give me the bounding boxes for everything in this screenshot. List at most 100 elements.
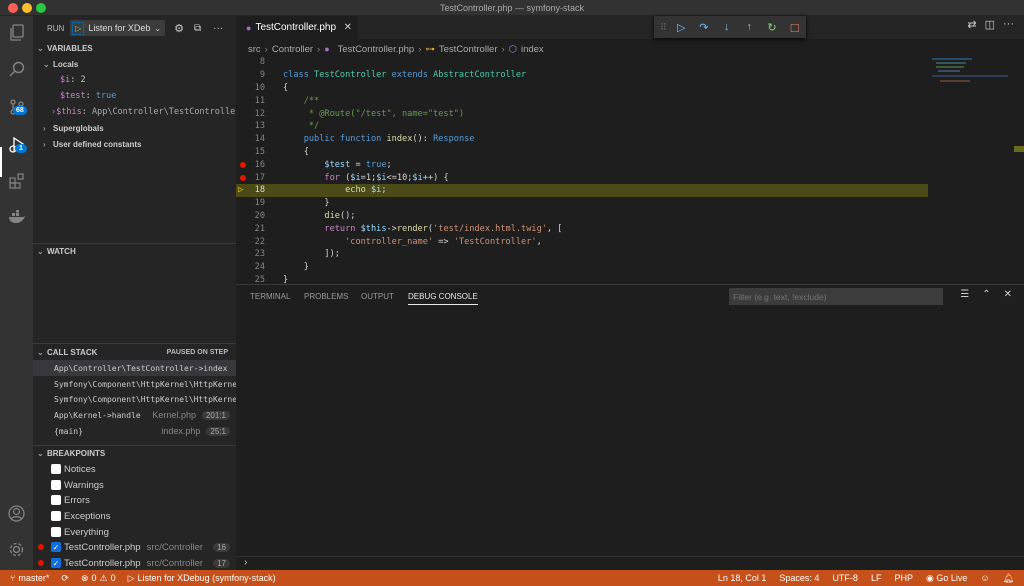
- exception-breakpoint-errors[interactable]: Errors: [33, 492, 236, 508]
- checkbox[interactable]: [51, 464, 61, 474]
- encoding[interactable]: UTF-8: [832, 573, 858, 583]
- code-line[interactable]: 24 }: [236, 261, 928, 274]
- restart-button[interactable]: ↻: [761, 17, 784, 37]
- stack-frame[interactable]: Symfony\Component\HttpKernel\HttpKernel: [33, 376, 236, 392]
- stack-frame[interactable]: Symfony\Component\HttpKernel\HttpKernel: [33, 391, 236, 407]
- drag-handle-icon[interactable]: ⠿: [660, 22, 670, 33]
- debug-status[interactable]: ▷ Listen for XDebug (symfony-stack): [128, 573, 276, 584]
- locals-scope[interactable]: ⌄ Locals: [33, 56, 236, 72]
- language-mode[interactable]: PHP: [894, 573, 913, 583]
- breadcrumb-item[interactable]: TestController.php: [338, 44, 415, 55]
- code-line[interactable]: 14 public function index (): Response: [236, 133, 928, 146]
- checkbox[interactable]: [51, 511, 61, 521]
- checkbox[interactable]: [51, 480, 61, 490]
- notifications-icon[interactable]: 🔔︎: [1003, 573, 1014, 584]
- checkbox[interactable]: ✓: [51, 558, 61, 568]
- stack-frame[interactable]: {main} index.php 25:1: [33, 423, 236, 439]
- code-line[interactable]: 16 $test = true;: [236, 158, 928, 171]
- code-line[interactable]: 10 {: [236, 82, 928, 95]
- branch-status[interactable]: ⑂ master*: [10, 573, 49, 583]
- debug-console-input[interactable]: ›: [236, 556, 1024, 571]
- exception-breakpoint-warnings[interactable]: Warnings: [33, 477, 236, 493]
- code-line[interactable]: 20 die ();: [236, 210, 928, 223]
- gear-icon[interactable]: [6, 539, 27, 560]
- debug-icon[interactable]: 1: [6, 134, 27, 155]
- variable-this[interactable]: › $this: App\Controller\TestController: [33, 104, 240, 120]
- extensions-icon[interactable]: [6, 170, 27, 191]
- stack-frame[interactable]: App\Kernel->handle Kernel.php 201:1: [33, 407, 236, 423]
- tab-output[interactable]: OUTPUT: [361, 292, 394, 301]
- breadcrumb-item[interactable]: TestController: [439, 44, 498, 55]
- tab-terminal[interactable]: TERMINAL: [250, 292, 290, 301]
- more-actions-icon[interactable]: ···: [1003, 18, 1014, 31]
- breakpoint-dot-icon[interactable]: [240, 161, 246, 168]
- code-line[interactable]: 15 {: [236, 146, 928, 159]
- step-out-button[interactable]: ↑: [738, 17, 761, 37]
- feedback-icon[interactable]: ☺: [980, 573, 989, 583]
- sync-icon[interactable]: ⟳: [61, 573, 69, 584]
- watch-header[interactable]: ⌄ WATCH: [33, 243, 236, 259]
- account-icon[interactable]: [6, 503, 27, 524]
- breadcrumb-item[interactable]: src: [248, 44, 261, 55]
- variables-header[interactable]: ⌄ VARIABLES: [33, 40, 236, 56]
- source-control-icon[interactable]: 68: [6, 96, 27, 117]
- minimap[interactable]: [928, 56, 1008, 284]
- exception-breakpoint-everything[interactable]: Everything: [33, 524, 236, 540]
- checkbox[interactable]: [51, 527, 61, 537]
- debug-console-filter-input[interactable]: [729, 288, 943, 305]
- call-stack-header[interactable]: ⌄ CALL STACK PAUSED ON STEP: [33, 344, 236, 360]
- code-line[interactable]: ▷ 18 echo $i;: [236, 184, 928, 197]
- checkbox[interactable]: [51, 495, 61, 505]
- indentation[interactable]: Spaces: 4: [779, 573, 819, 583]
- problems-status[interactable]: ⊗ 0 ⚠ 0: [81, 573, 116, 584]
- stack-frame[interactable]: App\Controller\TestController->index: [33, 360, 236, 376]
- cursor-position[interactable]: Ln 18, Col 1: [718, 573, 767, 583]
- code-line[interactable]: 22 'controller_name' => 'TestController'…: [236, 235, 928, 248]
- step-over-button[interactable]: ↷: [693, 17, 716, 37]
- files-icon[interactable]: [6, 22, 27, 43]
- constants-scope[interactable]: › User defined constants: [33, 136, 236, 152]
- tab-testcontroller[interactable]: ● TestController.php ✕: [236, 16, 358, 39]
- code-line[interactable]: 9 class TestController extends AbstractCo…: [236, 69, 928, 82]
- code-line[interactable]: 23 ]);: [236, 248, 928, 261]
- code-line[interactable]: 11 /**: [236, 94, 928, 107]
- step-into-button[interactable]: ↓: [715, 17, 738, 37]
- more-actions-icon[interactable]: ···: [213, 23, 223, 34]
- superglobals-scope[interactable]: › Superglobals: [33, 120, 236, 136]
- close-icon[interactable]: ✕: [1004, 289, 1012, 300]
- search-icon[interactable]: [6, 58, 27, 79]
- debug-console-icon[interactable]: ⧉: [194, 23, 201, 34]
- open-changes-icon[interactable]: ⇄: [967, 18, 976, 31]
- launch-config-select[interactable]: ▷ Listen for XDeb ⌄: [70, 20, 166, 36]
- tab-problems[interactable]: PROBLEMS: [304, 292, 348, 301]
- tab-debug-console[interactable]: DEBUG CONSOLE: [408, 292, 478, 305]
- clear-console-icon[interactable]: ☰: [960, 289, 969, 300]
- docker-icon[interactable]: [6, 206, 27, 227]
- code-line[interactable]: 21 return $this -> render('test/index.html…: [236, 222, 928, 235]
- stop-button[interactable]: □: [783, 17, 806, 37]
- continue-button[interactable]: ▷: [670, 17, 693, 37]
- start-debugging-button[interactable]: ▷: [72, 21, 85, 35]
- gear-icon[interactable]: ⚙: [174, 22, 184, 35]
- breadcrumb-item[interactable]: Controller: [272, 44, 313, 55]
- variable-i[interactable]: $i: 2: [33, 72, 236, 88]
- checkbox[interactable]: ✓: [51, 542, 61, 552]
- breakpoint-item[interactable]: ✓ TestController.php src/Controller 17: [33, 555, 236, 571]
- exception-breakpoint-exceptions[interactable]: Exceptions: [33, 508, 236, 524]
- code-line[interactable]: 13 */: [236, 120, 928, 133]
- split-editor-icon[interactable]: ◫: [985, 18, 995, 31]
- close-icon[interactable]: ✕: [344, 22, 352, 33]
- maximize-panel-icon[interactable]: ⌃: [982, 289, 990, 300]
- breakpoints-header[interactable]: ⌄ BREAKPOINTS: [33, 445, 236, 461]
- end-of-line[interactable]: LF: [871, 573, 882, 583]
- breadcrumb-item[interactable]: index: [521, 44, 544, 55]
- breakpoint-item[interactable]: ✓ TestController.php src/Controller 16: [33, 539, 236, 555]
- code-line[interactable]: 17 for ($i =1; $i <=10; $i ++) {: [236, 171, 928, 184]
- code-line[interactable]: 8: [236, 56, 928, 69]
- go-live-button[interactable]: ◉ Go Live: [926, 573, 967, 584]
- code-line[interactable]: 19 }: [236, 197, 928, 210]
- code-line[interactable]: 12 * @Route("/test", name="test"): [236, 107, 928, 120]
- variable-test[interactable]: $test: true: [33, 88, 236, 104]
- breakpoint-dot-icon[interactable]: [240, 174, 246, 181]
- exception-breakpoint-notices[interactable]: Notices: [33, 461, 236, 477]
